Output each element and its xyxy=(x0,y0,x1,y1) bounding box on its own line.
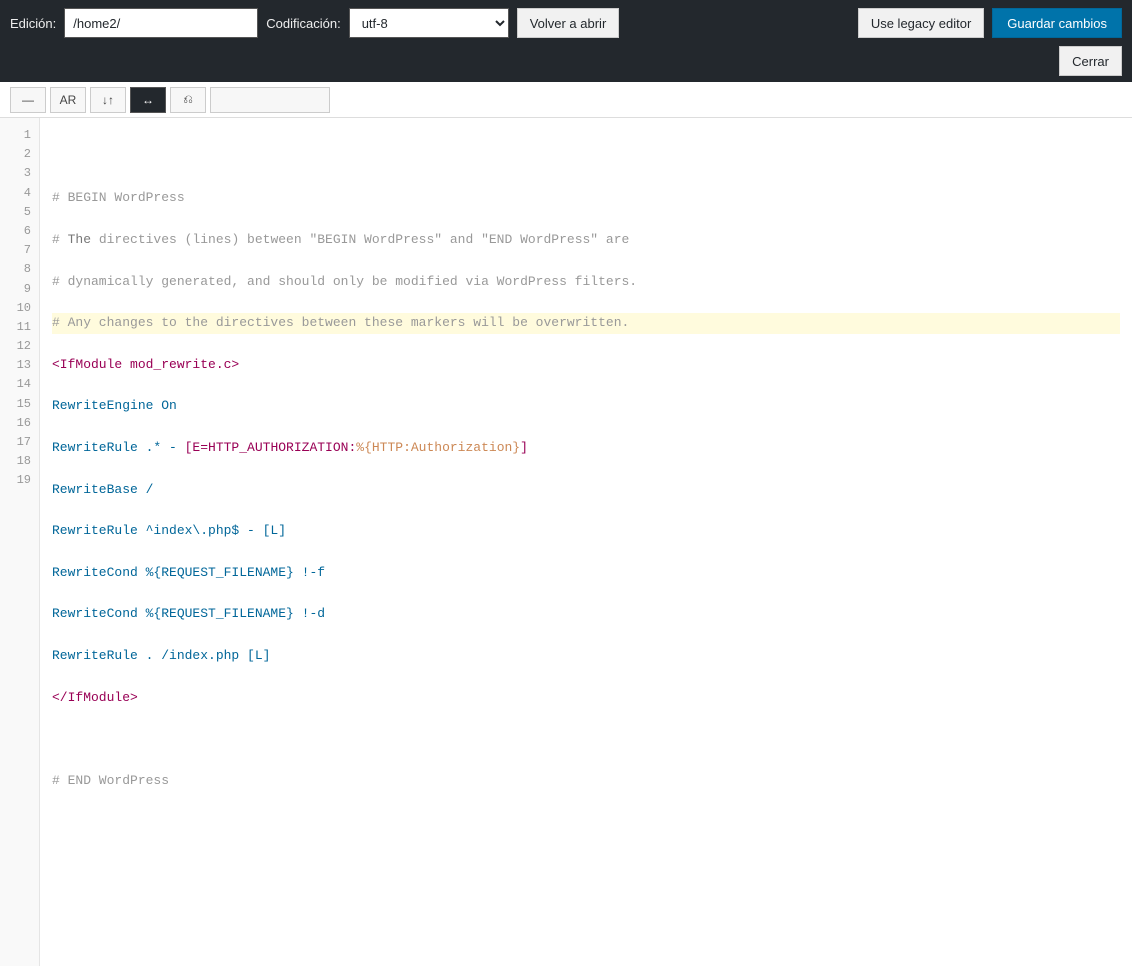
codificacion-label: Codificación: xyxy=(266,16,340,31)
ln-8: 8 xyxy=(0,260,39,279)
ln-13: 13 xyxy=(0,356,39,375)
ln-10: 10 xyxy=(0,299,39,318)
main-toolbar: Edición: Codificación: utf-8 iso-8859-1 … xyxy=(0,0,1132,46)
codificacion-select[interactable]: utf-8 iso-8859-1 windows-1252 xyxy=(349,8,509,38)
toolbar2-btn-1[interactable]: — xyxy=(10,87,46,113)
code-line-4: # dynamically generated, and should only… xyxy=(52,272,1120,293)
code-content[interactable]: # BEGIN WordPress # The directives (line… xyxy=(40,118,1132,966)
guardar-cambios-button[interactable]: Guardar cambios xyxy=(992,8,1122,38)
ln-3: 3 xyxy=(0,164,39,183)
edicion-label: Edición: xyxy=(10,16,56,31)
ln-12: 12 xyxy=(0,337,39,356)
ln-4: 4 xyxy=(0,184,39,203)
ln-11: 11 xyxy=(0,318,39,337)
toolbar2-btn-2[interactable]: AR xyxy=(50,87,86,113)
ln-1: 1 xyxy=(0,126,39,145)
ln-6: 6 xyxy=(0,222,39,241)
code-line-13: RewriteRule . /index.php [L] xyxy=(52,646,1120,667)
code-line-17 xyxy=(52,812,1120,833)
ln-18: 18 xyxy=(0,452,39,471)
code-line-18 xyxy=(52,854,1120,875)
editor-toolbar: — AR ↓↑ ↔ ⎌ xyxy=(0,82,1132,118)
code-line-1 xyxy=(52,147,1120,168)
legacy-editor-button[interactable]: Use legacy editor xyxy=(858,8,984,38)
code-line-2: # BEGIN WordPress xyxy=(52,188,1120,209)
volver-abrir-button[interactable]: Volver a abrir xyxy=(517,8,620,38)
code-line-11: RewriteCond %{REQUEST_FILENAME} !-f xyxy=(52,563,1120,584)
cerrar-button[interactable]: Cerrar xyxy=(1059,46,1122,76)
toolbar-right: Use legacy editor Guardar cambios xyxy=(858,8,1122,38)
ln-7: 7 xyxy=(0,241,39,260)
code-line-9: RewriteBase / xyxy=(52,480,1120,501)
code-line-15 xyxy=(52,729,1120,750)
ln-15: 15 xyxy=(0,395,39,414)
ln-17: 17 xyxy=(0,433,39,452)
code-line-12: RewriteCond %{REQUEST_FILENAME} !-d xyxy=(52,604,1120,625)
ln-19: 19 xyxy=(0,471,39,490)
ln-9: 9 xyxy=(0,280,39,299)
ln-14: 14 xyxy=(0,375,39,394)
code-line-6: <IfModule mod_rewrite.c> xyxy=(52,355,1120,376)
code-line-3: # The directives (lines) between "BEGIN … xyxy=(52,230,1120,251)
code-line-19 xyxy=(52,895,1120,916)
ln-2: 2 xyxy=(0,145,39,164)
code-line-16: # END WordPress xyxy=(52,771,1120,792)
ln-5: 5 xyxy=(0,203,39,222)
toolbar-close-row: Cerrar xyxy=(0,46,1132,82)
line-numbers: 1 2 3 4 5 6 7 8 9 10 11 12 13 14 15 16 1… xyxy=(0,118,40,966)
toolbar2-btn-3[interactable]: ↓↑ xyxy=(90,87,126,113)
code-line-10: RewriteRule ^index\.php$ - [L] xyxy=(52,521,1120,542)
toolbar2-btn-6[interactable] xyxy=(210,87,330,113)
code-editor: 1 2 3 4 5 6 7 8 9 10 11 12 13 14 15 16 1… xyxy=(0,118,1132,966)
code-line-5: # Any changes to the directives between … xyxy=(52,313,1120,334)
toolbar2-btn-5[interactable]: ⎌ xyxy=(170,87,206,113)
code-line-14: </IfModule> xyxy=(52,688,1120,709)
code-line-7: RewriteEngine On xyxy=(52,396,1120,417)
edicion-input[interactable] xyxy=(64,8,258,38)
toolbar2-arrow-button[interactable]: ↔ xyxy=(130,87,166,113)
ln-16: 16 xyxy=(0,414,39,433)
code-line-8: RewriteRule .* - [E=HTTP_AUTHORIZATION:%… xyxy=(52,438,1120,459)
